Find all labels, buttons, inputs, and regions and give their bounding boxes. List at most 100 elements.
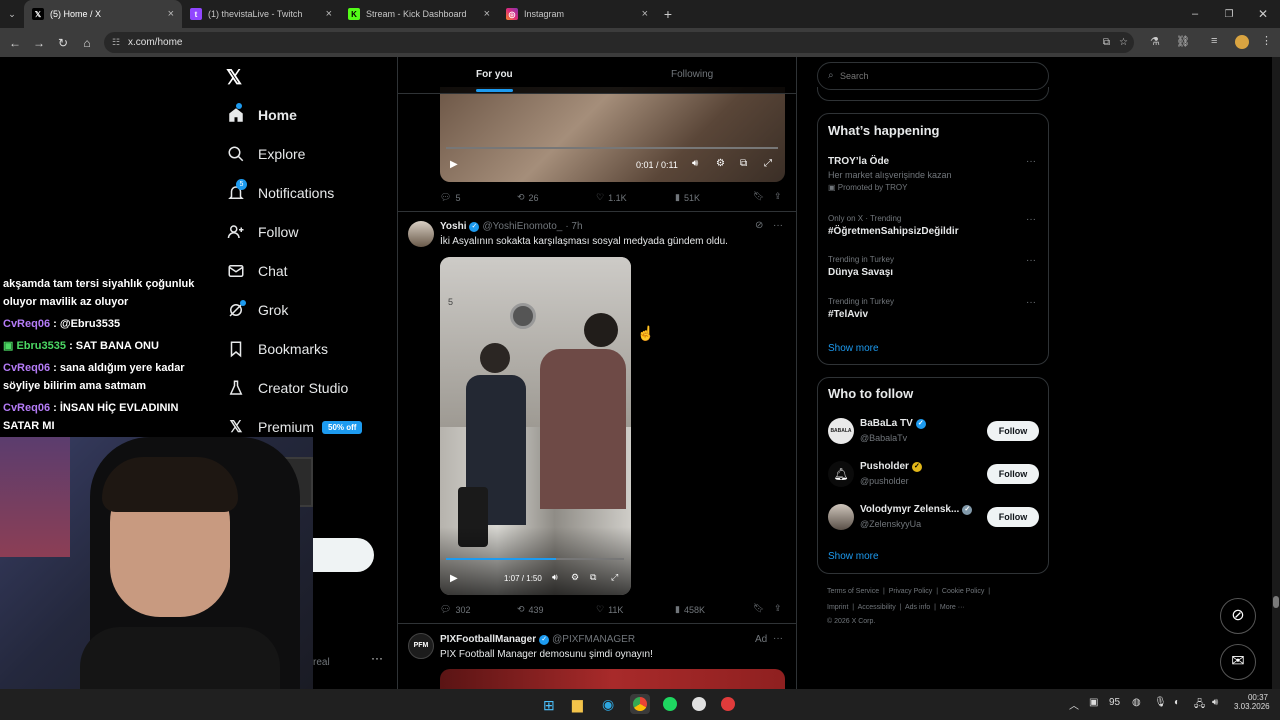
post2-video[interactable]: 5 ▶ 1:07 / 1:50 🔊︎ ⚙ ⧉ ⤢ (440, 257, 631, 595)
show-more-link[interactable]: Show more (828, 343, 879, 354)
trend-item[interactable]: TROY’la Öde Her market alışverişinde kaz… (828, 156, 1038, 192)
nav-premium[interactable]: 𝕏 Premium 50% off (226, 417, 363, 437)
more-icon[interactable]: ··· (773, 220, 783, 231)
author-handle[interactable]: @YoshiEnomoto_ (482, 221, 562, 232)
more-icon[interactable]: ··· (1026, 214, 1036, 225)
play-icon[interactable]: ▶ (450, 159, 458, 170)
follow-button[interactable]: Follow (987, 507, 1039, 527)
like-button[interactable]: ♡ 1.1K (596, 192, 627, 203)
account-menu-icon[interactable]: ··· (371, 651, 383, 665)
like-button[interactable]: ♡ 11K (596, 604, 623, 615)
post1-video[interactable]: ▶ 0:01 / 0:11 🔊︎ ⚙ ⧉ ⤢ (440, 87, 785, 182)
address-bar[interactable]: ☷ x.com/home ⧉ ☆ (104, 32, 1134, 53)
tray-app-icon[interactable]: ◍ (1132, 697, 1141, 708)
follow-button[interactable]: Follow (987, 464, 1039, 484)
menu-icon[interactable]: ⋮ (1261, 34, 1272, 47)
network-icon[interactable]: 🖧︎ (1194, 697, 1205, 714)
suggestion-name-row[interactable]: Volodymyr Zelensk... ✓ (860, 504, 973, 515)
avatar[interactable] (408, 221, 434, 247)
obs-icon[interactable] (692, 697, 706, 711)
pip-icon[interactable]: ⧉ (590, 572, 596, 583)
grok-float-button[interactable]: ⊘ (1220, 598, 1256, 634)
close-icon[interactable]: × (642, 8, 648, 20)
author-name[interactable]: PIXFootballManager (440, 634, 536, 645)
folder-icon[interactable]: ▆ (572, 696, 583, 713)
tray-app-icon[interactable]: ◐ (1174, 697, 1180, 708)
share-button[interactable]: ⇪ (774, 191, 782, 202)
footer-link[interactable]: Terms of Service (827, 588, 879, 595)
views-button[interactable]: ▮ 51K (675, 192, 700, 203)
nav-explore[interactable]: Explore (226, 144, 305, 164)
home-browser-icon[interactable]: ⌂ (75, 36, 99, 50)
avatar[interactable]: BABALA (828, 418, 854, 444)
forward-icon[interactable]: → (27, 36, 51, 50)
volume-icon[interactable]: 🔊︎ (1212, 697, 1218, 708)
post-button[interactable] (313, 538, 374, 572)
repost-button[interactable]: ⟲ 439 (517, 604, 544, 615)
fullscreen-icon[interactable]: ⤢ (611, 572, 618, 583)
link-icon[interactable]: ⛓ (1176, 35, 1190, 48)
bookmark-button[interactable]: 🔖︎ (753, 603, 764, 614)
play-icon[interactable]: ▶ (450, 573, 458, 584)
tab-for-you[interactable]: For you (476, 69, 513, 80)
scrollbar-thumb[interactable] (1273, 596, 1279, 608)
close-icon[interactable]: × (484, 8, 490, 20)
tab-x-home[interactable]: 𝕏 (5) Home / X × (24, 0, 182, 28)
spotify-icon[interactable] (663, 697, 677, 711)
nav-notifications[interactable]: Notifications 5 (226, 179, 334, 203)
clock[interactable]: 00:37 3.03.2026 (1234, 693, 1270, 711)
bookmark-button[interactable]: 🔖︎ (753, 191, 764, 202)
reading-list-icon[interactable]: ≡ (1211, 35, 1217, 47)
star-icon[interactable]: ☆ (1119, 32, 1128, 53)
tab-kick[interactable]: K Stream - Kick Dashboard × (340, 0, 498, 28)
fullscreen-icon[interactable]: ⤢ (764, 158, 772, 169)
footer-link[interactable]: Imprint (827, 604, 848, 611)
start-icon[interactable]: ⊞ (543, 697, 555, 714)
nav-creator-studio[interactable]: Creator Studio (226, 378, 348, 398)
footer-link[interactable]: Cookie Policy (942, 588, 984, 595)
suggestion-name-row[interactable]: BaBaLa TV ✓ (860, 418, 926, 429)
more-icon[interactable]: ··· (1026, 156, 1036, 167)
nav-grok[interactable]: Grok (226, 300, 288, 320)
extension-icon[interactable]: ⚗ (1150, 35, 1160, 48)
reply-button[interactable]: 💬︎ 302 (440, 604, 470, 615)
install-icon[interactable]: ⧉ (1103, 32, 1110, 53)
tray-app-icon[interactable]: ▣ (1089, 697, 1098, 708)
suggestion-name-row[interactable]: Pusholder ✓ (860, 461, 922, 472)
new-tab-button[interactable]: + (656, 6, 680, 22)
avatar[interactable]: PFM (408, 633, 434, 659)
more-icon[interactable]: ··· (773, 633, 783, 644)
nav-follow[interactable]: Follow (226, 222, 298, 242)
nav-chat[interactable]: Chat (226, 261, 288, 281)
pip-icon[interactable]: ⧉ (740, 158, 747, 169)
x-logo-icon[interactable]: 𝕏 (226, 65, 242, 90)
back-icon[interactable]: ← (3, 36, 27, 50)
footer-link[interactable]: Privacy Policy (889, 588, 933, 595)
close-icon[interactable]: × (168, 8, 174, 20)
nav-home[interactable]: Home (226, 103, 297, 125)
repost-button[interactable]: ⟲ 26 (517, 192, 539, 203)
share-button[interactable]: ⇪ (774, 603, 782, 614)
settings-icon[interactable]: ⚙ (716, 158, 725, 169)
tab-instagram[interactable]: ◎ Instagram × (498, 0, 656, 28)
post3-media[interactable] (440, 669, 785, 689)
views-button[interactable]: ▮ 458K (675, 604, 705, 615)
close-icon[interactable]: × (326, 8, 332, 20)
trend-item[interactable]: Trending in Turkey #TelAviv (828, 297, 1038, 320)
minimize-icon[interactable]: – (1178, 8, 1212, 20)
reload-icon[interactable]: ↻ (51, 36, 75, 50)
chat-float-button[interactable]: ✉ (1220, 644, 1256, 680)
avatar[interactable] (828, 504, 854, 530)
footer-link[interactable]: Accessibility (858, 604, 896, 611)
search-box[interactable]: ⌕ (817, 62, 1049, 90)
footer-link[interactable]: Ads info (905, 604, 930, 611)
avatar[interactable] (1235, 35, 1249, 49)
follow-button[interactable]: Follow (987, 421, 1039, 441)
search-input[interactable] (840, 68, 1040, 84)
tab-list-icon[interactable]: ⌄ (0, 9, 24, 20)
trend-item[interactable]: Only on X · Trending #ÖğretmenSahipsizDe… (828, 214, 1038, 237)
restore-icon[interactable]: ❐ (1212, 9, 1246, 20)
trend-item[interactable]: Trending in Turkey Dünya Savaşı (828, 255, 1038, 278)
grok-icon[interactable]: ⊘ (755, 220, 763, 231)
more-icon[interactable]: ··· (1026, 297, 1036, 308)
